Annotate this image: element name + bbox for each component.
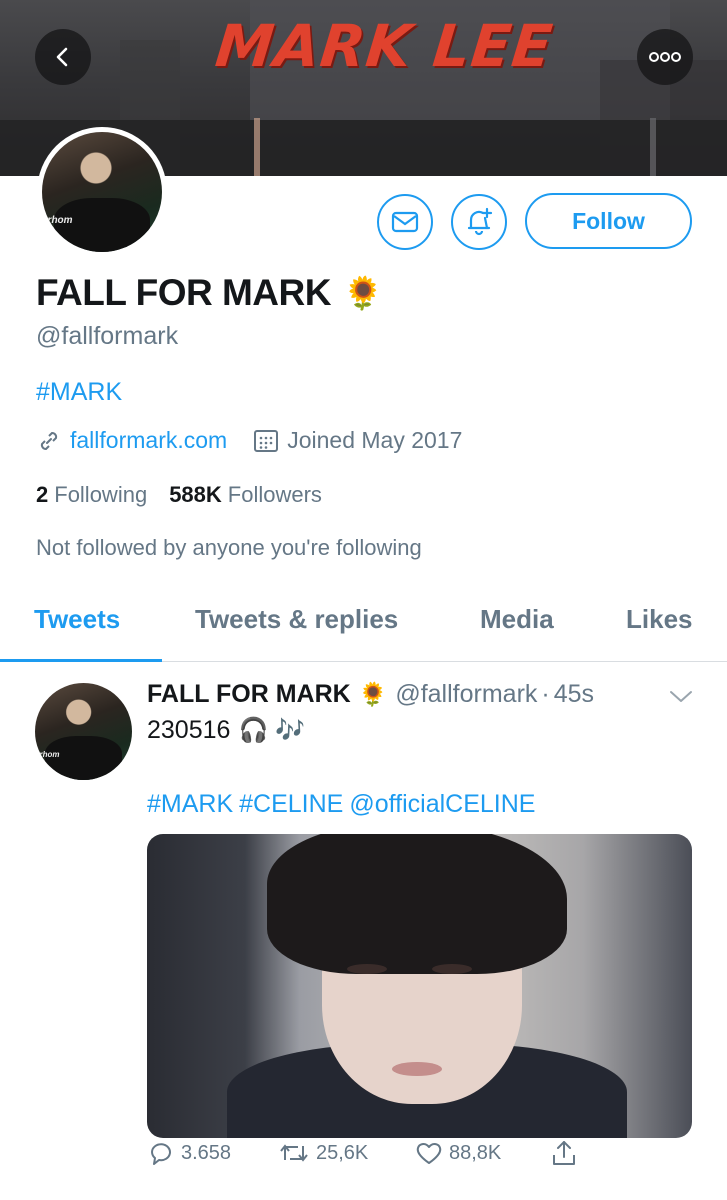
profile-follow-counts: 2 Following 588K Followers xyxy=(36,482,322,508)
message-button[interactable] xyxy=(377,194,433,250)
profile-display-name: FALL FOR MARK 🌻 xyxy=(36,272,383,314)
tweet-text-content: 230516 xyxy=(147,716,231,744)
banner-title: MARK LEE xyxy=(212,12,557,80)
tweet-text: 230516 🎧 🎶 xyxy=(147,716,305,745)
back-button[interactable] xyxy=(35,29,91,85)
followers-count-link[interactable]: 588K Followers xyxy=(169,482,322,508)
profile-avatar[interactable]: erhom xyxy=(37,127,167,257)
tweet-media-photo[interactable] xyxy=(147,834,692,1138)
tweet-author-handle[interactable]: @fallformark xyxy=(395,680,537,709)
profile-name-text: FALL FOR MARK xyxy=(36,272,331,313)
reply-icon xyxy=(151,1143,171,1165)
more-options-button[interactable] xyxy=(637,29,693,85)
headphones-music-emoji: 🎧 🎶 xyxy=(238,717,305,744)
profile-website-link[interactable]: fallformark.com xyxy=(70,427,227,454)
retweet-count: 25,6K xyxy=(316,1141,369,1164)
heart-icon xyxy=(416,1143,442,1164)
hashtag-celine[interactable]: #CELINE xyxy=(239,790,343,818)
profile-bio-hashtag[interactable]: #MARK xyxy=(36,378,122,407)
follow-button[interactable]: Follow xyxy=(525,193,692,249)
profile-handle: @fallformark xyxy=(36,322,179,350)
followers-you-know: Not followed by anyone you're following xyxy=(36,535,422,560)
chevron-left-icon xyxy=(56,47,68,67)
hashtag-mark[interactable]: #MARK xyxy=(147,790,233,818)
tweet-separator: · xyxy=(541,680,550,708)
like-count: 88,8K xyxy=(449,1141,502,1164)
bell-plus-icon xyxy=(467,207,493,236)
active-tab-indicator xyxy=(0,659,162,662)
link-icon xyxy=(40,431,58,450)
profile-joined-date: Joined May 2017 xyxy=(287,427,463,453)
tab-tweets[interactable]: Tweets xyxy=(34,604,120,635)
tab-likes[interactable]: Likes xyxy=(626,604,693,635)
tab-media[interactable]: Media xyxy=(480,604,554,635)
tweet-avatar-shirt-print: erhom xyxy=(35,749,60,759)
sunflower-emoji: 🌻 xyxy=(358,681,388,707)
more-horizontal-icon xyxy=(649,52,681,62)
like-button[interactable]: 88,8K xyxy=(415,1140,501,1166)
profile-tabs: Tweets Tweets & replies Media Likes xyxy=(0,580,727,662)
calendar-icon xyxy=(254,429,279,452)
share-button[interactable] xyxy=(550,1139,578,1167)
share-icon xyxy=(553,1141,575,1165)
reply-button[interactable]: 3.658 xyxy=(147,1139,231,1167)
tweet-hashtags: #MARK #CELINE @officialCELINE xyxy=(147,790,541,819)
tweet-avatar[interactable]: erhom xyxy=(35,683,132,780)
avatar-shirt-print: erhom xyxy=(42,214,73,226)
chevron-down-icon xyxy=(670,691,692,702)
notifications-button[interactable] xyxy=(451,194,507,250)
mail-icon xyxy=(391,211,419,233)
tweet-timestamp[interactable]: 45s xyxy=(554,680,594,709)
tweet-menu-button[interactable] xyxy=(668,688,694,711)
retweet-icon xyxy=(280,1144,308,1162)
following-count-link[interactable]: 2 Following xyxy=(36,482,147,508)
mention-officialceline[interactable]: @officialCELINE xyxy=(349,790,535,818)
reply-count: 3.658 xyxy=(181,1141,232,1164)
tab-tweets-replies[interactable]: Tweets & replies xyxy=(195,604,398,635)
retweet-button[interactable]: 25,6K xyxy=(278,1140,368,1166)
sunflower-emoji: 🌻 xyxy=(342,275,383,311)
tweet-author-name[interactable]: FALL FOR MARK xyxy=(147,680,351,709)
profile-meta: fallformark.com Joined May 2017 xyxy=(36,427,462,454)
tweet-header: FALL FOR MARK 🌻 @fallformark · 45s xyxy=(147,680,594,709)
